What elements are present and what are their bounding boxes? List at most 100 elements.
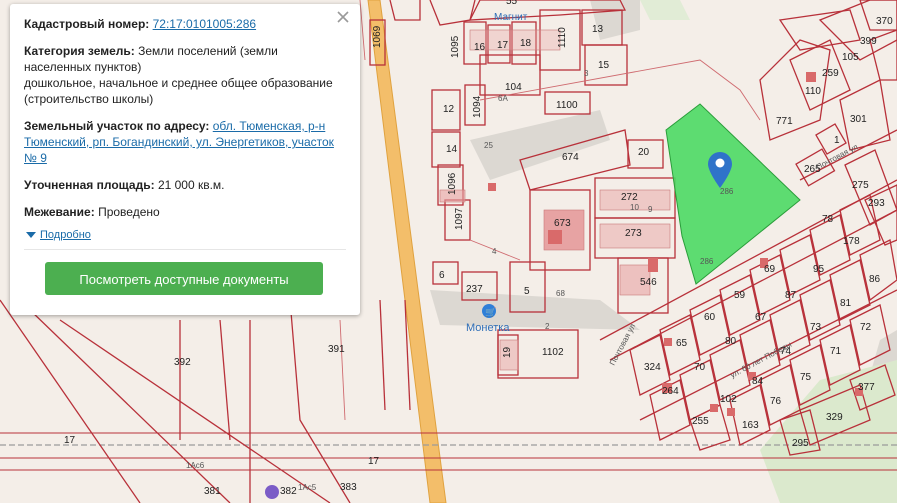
label-80: 80	[725, 336, 737, 347]
label-381: 381	[204, 486, 221, 497]
label-69: 69	[764, 264, 776, 275]
label-3: 3	[584, 69, 589, 78]
label-546: 546	[640, 277, 657, 288]
area-value: 21 000 кв.м.	[157, 178, 225, 192]
area-label: Уточненная площадь:	[24, 178, 155, 192]
label-76: 76	[770, 396, 782, 407]
label-87: 87	[785, 290, 797, 301]
parcel-286-label: 286	[720, 187, 734, 196]
label-1ac6: 1Ас6	[186, 461, 205, 470]
label-95: 95	[813, 264, 825, 275]
more-toggle[interactable]: Подробно	[26, 229, 346, 241]
cadastral-number-link[interactable]: 72:17:0101005:286	[153, 17, 256, 31]
label-17-rail-b: 17	[368, 456, 380, 467]
label-673: 673	[554, 218, 571, 229]
label-13: 13	[592, 24, 604, 35]
label-1100: 1100	[556, 100, 578, 111]
label-1096: 1096	[447, 172, 458, 195]
label-370: 370	[876, 16, 893, 27]
address-label: Земельный участок по адресу:	[24, 119, 210, 133]
label-329: 329	[826, 412, 843, 423]
label-295: 295	[792, 438, 809, 449]
label-275: 275	[852, 180, 869, 191]
label-14: 14	[446, 144, 458, 155]
label-20: 20	[638, 147, 650, 158]
label-674: 674	[562, 152, 579, 163]
label-105: 105	[842, 52, 859, 63]
label-178: 178	[843, 236, 860, 247]
parcel-info-popup: Кадастровый номер: 72:17:0101005:286 Кат…	[10, 4, 360, 315]
address-row: Земельный участок по адресу: обл. Тюменс…	[24, 118, 346, 166]
label-72: 72	[860, 322, 872, 333]
label-60: 60	[704, 312, 716, 323]
label-255: 255	[692, 416, 709, 427]
view-documents-button[interactable]: Посмотреть доступные документы	[45, 262, 323, 295]
category-label: Категория земель:	[24, 44, 135, 58]
label-392: 392	[174, 357, 191, 368]
label-10: 10	[630, 203, 639, 212]
label-68: 68	[556, 289, 565, 298]
label-1097: 1097	[454, 207, 465, 230]
label-12: 12	[443, 104, 455, 115]
label-1069: 1069	[372, 25, 383, 48]
triangle-down-icon	[26, 232, 36, 238]
more-link[interactable]: Подробно	[40, 229, 91, 241]
label-16: 16	[474, 42, 486, 53]
label-324: 324	[644, 362, 661, 373]
label-1ac5: 1Ас5	[298, 483, 317, 492]
label-65: 65	[676, 338, 688, 349]
poi-bottom[interactable]	[265, 485, 279, 499]
usage-value: дошкольное, начальное и среднее общее об…	[24, 76, 333, 106]
poi-monetka-label: Монетка	[466, 322, 510, 334]
basket-icon: 🛒	[485, 306, 496, 318]
label-73: 73	[810, 322, 822, 333]
survey-row: Межевание: Проведено	[24, 204, 346, 220]
label-102: 102	[720, 394, 737, 405]
label-70: 70	[694, 362, 706, 373]
label-104: 104	[505, 82, 522, 93]
label-399: 399	[860, 36, 877, 47]
label-382: 382	[280, 486, 297, 497]
label-391: 391	[328, 344, 345, 355]
label-18: 18	[520, 38, 532, 49]
label-293: 293	[868, 198, 885, 209]
parcel-286-edge-label: 286	[700, 257, 714, 266]
label-4: 4	[492, 247, 497, 256]
label-86: 86	[869, 274, 881, 285]
label-78: 78	[822, 214, 834, 225]
category-row: Категория земель: Земли поселений (земли…	[24, 43, 346, 107]
label-272: 272	[621, 192, 638, 203]
poi-magnit-label: Магнит	[494, 12, 528, 23]
label-5: 5	[524, 286, 530, 297]
divider	[24, 249, 346, 250]
label-59: 59	[734, 290, 746, 301]
label-273: 273	[625, 228, 642, 239]
label-55: 55	[506, 0, 518, 7]
label-110: 110	[805, 86, 821, 97]
cadastral-label: Кадастровый номер:	[24, 17, 150, 31]
label-301: 301	[850, 114, 867, 125]
label-1095: 1095	[450, 35, 461, 58]
label-377: 377	[858, 382, 875, 393]
cadastral-row: Кадастровый номер: 72:17:0101005:286	[24, 16, 346, 32]
label-17: 17	[497, 40, 509, 51]
label-771: 771	[776, 116, 793, 127]
label-1094: 1094	[472, 95, 483, 118]
label-6: 6	[439, 270, 445, 281]
label-67: 67	[755, 312, 767, 323]
label-264: 264	[662, 386, 679, 397]
label-71: 71	[830, 346, 842, 357]
close-icon[interactable]	[335, 9, 351, 25]
area-row: Уточненная площадь: 21 000 кв.м.	[24, 177, 346, 193]
label-1110: 1110	[557, 27, 568, 48]
label-1102: 1102	[542, 347, 564, 358]
label-17-rail-a: 17	[64, 435, 76, 446]
label-75: 75	[800, 372, 812, 383]
label-6a: 6А	[498, 94, 508, 103]
label-19: 19	[502, 346, 513, 358]
label-237: 237	[466, 284, 483, 295]
label-15: 15	[598, 60, 610, 71]
label-81: 81	[840, 298, 852, 309]
label-383: 383	[340, 482, 357, 493]
label-9: 9	[648, 205, 653, 214]
